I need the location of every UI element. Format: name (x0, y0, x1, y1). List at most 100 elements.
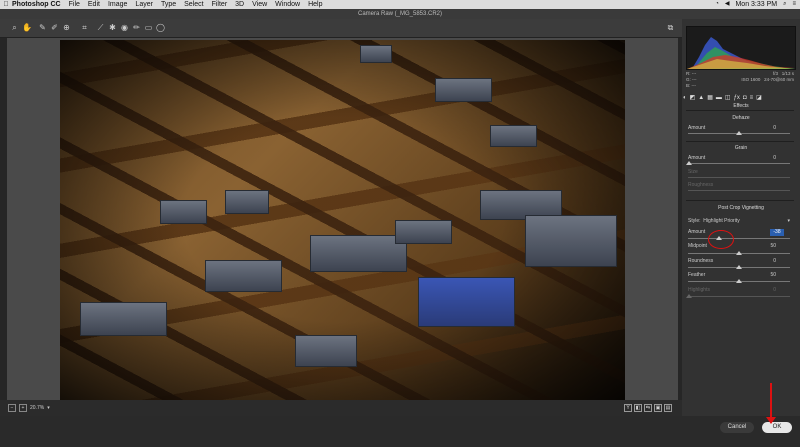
radial-filter-icon[interactable]: ◯ (156, 23, 165, 32)
menu-filter[interactable]: Filter (212, 0, 228, 9)
rgb-label-g: G: (686, 77, 691, 82)
divider (686, 200, 794, 201)
straighten-tool-icon[interactable]: ⟋ (96, 23, 105, 32)
white-balance-tool-icon[interactable]: ✎ (38, 23, 47, 32)
vignetting-style-select[interactable]: Highlight Priority (703, 218, 739, 224)
rgb-value-g: --- (692, 77, 697, 82)
camera-calibration-tab-icon[interactable]: ◘ (743, 94, 747, 102)
lens-tab-icon[interactable]: ◫ (725, 94, 731, 102)
vignetting-amount-slider[interactable] (688, 238, 790, 239)
type-block (160, 200, 207, 224)
crop-tool-icon[interactable]: ⌗ (80, 23, 89, 32)
menu-image[interactable]: Image (108, 0, 127, 9)
menu-file[interactable]: File (69, 0, 80, 9)
vignetting-style-row: Style: Highlight Priority ▾ (688, 218, 790, 224)
dehaze-amount-value[interactable]: 0 (773, 125, 776, 131)
menu-list-icon[interactable]: ≡ (792, 0, 796, 9)
type-block (525, 215, 617, 267)
panel-tabs: ◐ ◩ ▲ ▦ ▬ ◫ ƒx ◘ ≡ ◪ (683, 94, 797, 102)
basic-tab-icon[interactable]: ◐ (683, 94, 687, 102)
menu-view[interactable]: View (252, 0, 267, 9)
rgb-value-b: --- (691, 83, 697, 88)
zoom-out-button[interactable]: − (8, 404, 16, 412)
vignetting-feather-value[interactable]: 50 (770, 272, 776, 278)
menu-3d[interactable]: 3D (235, 0, 244, 9)
tone-curve-tab-icon[interactable]: ◩ (690, 94, 696, 102)
vignetting-roundness-value[interactable]: 0 (773, 258, 776, 264)
chevron-down-icon[interactable]: ▾ (47, 405, 50, 411)
presets-tab-icon[interactable]: ≡ (750, 94, 754, 102)
camera-metadata: R: --- f/3 1/13 s G: --- ISO 1600 24-70@… (686, 71, 794, 89)
panel-tab-title: Effects (733, 103, 749, 109)
grain-roughness-row: Roughness (688, 182, 790, 188)
type-block (435, 78, 492, 102)
menu-select[interactable]: Select (184, 0, 203, 9)
cancel-button[interactable]: Cancel (720, 422, 754, 433)
view-y-button-icon[interactable]: Y (624, 404, 632, 412)
vignetting-highlights-slider (688, 296, 790, 297)
before-after-icon[interactable]: ◧ (634, 404, 642, 412)
wifi-icon[interactable]: ◔ (715, 0, 719, 9)
grain-title: Grain (734, 145, 748, 151)
preview-toggle-icon[interactable]: ▤ (664, 404, 672, 412)
grain-roughness-slider (688, 190, 790, 191)
toolbar: ⌕ ✋ ✎ ✐ ⊕ ⌗ ⟋ ✱ ◉ ✏ ▭ ◯ ⧉ (0, 19, 800, 38)
zoom-tool-icon[interactable]: ⌕ (10, 23, 19, 32)
hand-tool-icon[interactable]: ✋ (22, 23, 32, 32)
zoom-in-button[interactable]: + (19, 404, 27, 412)
hsl-tab-icon[interactable]: ▦ (707, 94, 713, 102)
window-title: Camera Raw (_MG_5853.CR2) (0, 9, 800, 19)
app-menu[interactable]: Photoshop CC (12, 0, 61, 9)
targeted-adjustment-icon[interactable]: ⊕ (62, 23, 71, 32)
detail-tab-icon[interactable]: ▲ (698, 94, 704, 102)
apple-icon[interactable]:  (0, 0, 12, 9)
dehaze-amount-thumb[interactable] (736, 131, 742, 135)
divider (686, 110, 794, 111)
vignetting-roundness-thumb[interactable] (736, 265, 742, 269)
lens: 24-70@60 mm (764, 77, 794, 82)
vignetting-amount-label: Amount (688, 229, 706, 235)
vignetting-midpoint-thumb[interactable] (736, 251, 742, 255)
vignetting-midpoint-value[interactable]: 50 (770, 243, 776, 249)
grain-amount-value[interactable]: 0 (773, 155, 776, 161)
grain-roughness-label: Roughness (688, 182, 714, 188)
menu-layer[interactable]: Layer (135, 0, 153, 9)
vignetting-highlights-row: Highlights 0 (688, 287, 790, 293)
graduated-filter-icon[interactable]: ▭ (144, 23, 153, 32)
color-sampler-icon[interactable]: ✐ (50, 23, 59, 32)
grain-amount-thumb[interactable] (686, 161, 692, 165)
split-toning-tab-icon[interactable]: ▬ (716, 94, 722, 102)
type-block (225, 190, 269, 214)
zoom-level[interactable]: 20.7% (30, 405, 44, 411)
divider (686, 141, 794, 142)
clock[interactable]: Mon 3:33 PM (735, 0, 777, 9)
copy-settings-icon[interactable]: ▣ (654, 404, 662, 412)
red-eye-icon[interactable]: ◉ (120, 23, 129, 32)
menu-help[interactable]: Help (308, 0, 322, 9)
search-icon[interactable]: ⌕ (783, 0, 786, 9)
spot-removal-icon[interactable]: ✱ (108, 23, 117, 32)
menu-type[interactable]: Type (161, 0, 176, 9)
vignetting-feather-thumb[interactable] (736, 279, 742, 283)
bottom-bar (0, 416, 800, 447)
swap-icon[interactable]: ⇆ (644, 404, 652, 412)
rgb-label-b: B: (686, 83, 691, 88)
vignetting-amount-value[interactable]: -38 (770, 229, 784, 236)
vignetting-roundness-label: Roundness (688, 258, 714, 264)
volume-icon[interactable]: ◀ (725, 0, 730, 9)
vignetting-midpoint-label: Midpoint (688, 243, 707, 249)
fullscreen-toggle-icon[interactable]: ⧉ (666, 23, 675, 32)
menu-edit[interactable]: Edit (88, 0, 100, 9)
type-block (295, 335, 357, 367)
snapshots-tab-icon[interactable]: ◪ (756, 94, 762, 102)
photo-preview[interactable] (60, 40, 625, 400)
effects-tab-icon[interactable]: ƒx (734, 94, 740, 102)
type-block (205, 260, 282, 292)
dehaze-title: Dehaze (732, 115, 750, 121)
grain-amount-slider[interactable] (688, 163, 790, 164)
adjustment-brush-icon[interactable]: ✏ (132, 23, 141, 32)
type-block (80, 302, 167, 336)
chevron-down-icon[interactable]: ▾ (787, 218, 790, 224)
rgb-value-r: --- (691, 71, 697, 76)
menu-window[interactable]: Window (275, 0, 300, 9)
